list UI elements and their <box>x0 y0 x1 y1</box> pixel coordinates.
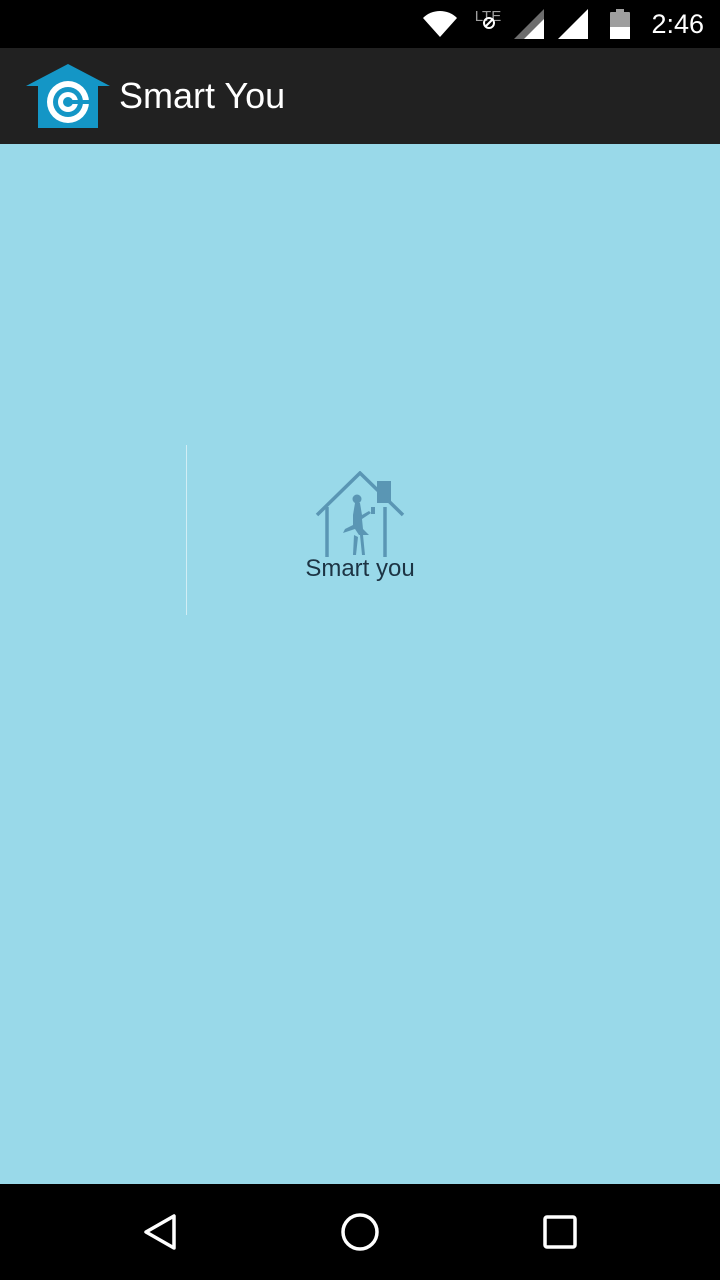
house-target-icon <box>26 64 110 128</box>
cell-signal-icon <box>512 0 546 48</box>
clock: 2:46 <box>651 9 704 39</box>
splash-app-name: Smart you <box>305 555 415 582</box>
app-title: Smart You <box>119 75 286 116</box>
app-screen: LTE 2:46 Smart You Smart you <box>0 0 720 1280</box>
back-button[interactable] <box>112 1184 208 1280</box>
battery-icon <box>606 0 634 48</box>
home-icon <box>341 1213 379 1251</box>
action-bar: Smart You <box>0 48 720 144</box>
recents-icon <box>543 1215 577 1249</box>
cell-signal-icon <box>556 0 590 48</box>
home-button[interactable] <box>312 1184 408 1280</box>
wifi-icon <box>420 0 460 48</box>
navigation-bar <box>0 1184 720 1280</box>
divider-line <box>186 445 187 615</box>
splash-content: Smart you <box>0 144 720 1184</box>
status-bar: LTE 2:46 <box>0 0 720 48</box>
recents-button[interactable] <box>512 1184 608 1280</box>
house-woman-icon <box>313 470 407 557</box>
lte-no-data-icon: LTE <box>468 0 508 48</box>
back-icon <box>144 1214 176 1250</box>
